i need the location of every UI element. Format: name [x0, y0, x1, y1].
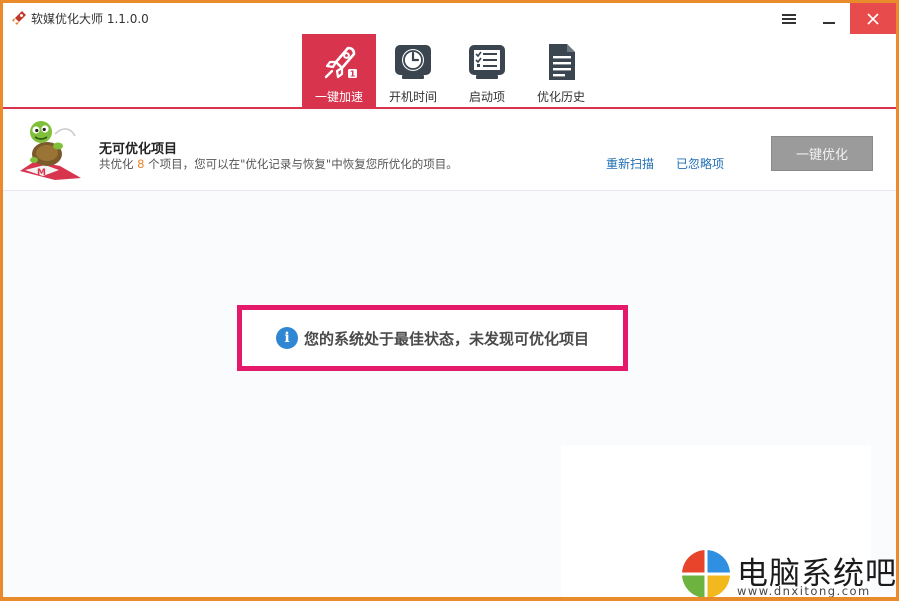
title-bar[interactable]: 软媒优化大师 1.1.0.0 — [3, 3, 896, 34]
svg-text:M: M — [37, 168, 46, 178]
main-toolbar: 1 一键加速 开机时间 启动项 优化历史 — [3, 34, 896, 109]
status-panel: M 无可优化项目 共优化 8 个项目，您可以在"优化记录与恢复"中恢复您所优化的… — [3, 111, 896, 191]
tab-label: 启动项 — [468, 90, 505, 104]
tab-label: 一键加速 — [314, 90, 363, 104]
one-click-optimize-button[interactable]: 一键优化 — [771, 136, 873, 171]
tab-one-click-speedup[interactable]: 1 一键加速 — [302, 34, 376, 107]
tab-startup-items[interactable]: 启动项 — [450, 34, 524, 107]
tab-badge: 1 — [350, 70, 356, 79]
turtle-rocket-mascot-icon: M — [20, 121, 81, 180]
close-button[interactable] — [850, 3, 896, 34]
windows-logo-icon — [682, 550, 730, 597]
info-icon: i — [275, 327, 298, 349]
highlight-message-box: i 您的系统处于最佳状态，未发现可优化项目 — [237, 305, 628, 371]
status-description: 共优化 8 个项目，您可以在"优化记录与恢复"中恢复您所优化的项目。 — [99, 157, 458, 171]
tab-label: 优化历史 — [536, 90, 585, 104]
rocket-logo-icon — [12, 11, 26, 25]
watermark-url: www.dnxitong.com — [737, 584, 871, 597]
rescan-link[interactable]: 重新扫描 — [606, 155, 654, 172]
status-message: i 您的系统处于最佳状态，未发现可优化项目 — [275, 327, 589, 349]
tab-label: 开机时间 — [388, 90, 437, 104]
close-icon — [867, 12, 879, 25]
app-window: 软媒优化大师 1.1.0.0 1 一键加速 开机时间 启动项 优化历史 M 无可… — [3, 3, 896, 597]
hamburger-icon — [782, 13, 796, 24]
window-title: 软媒优化大师 1.1.0.0 — [31, 12, 149, 26]
tab-optimize-history[interactable]: 优化历史 — [524, 34, 598, 107]
status-title: 无可优化项目 — [99, 142, 178, 157]
minimize-button[interactable] — [809, 3, 849, 34]
clock-icon — [395, 45, 431, 79]
checklist-icon — [469, 45, 505, 79]
rocket-icon: 1 — [324, 46, 357, 79]
document-icon — [549, 44, 575, 80]
minimize-icon — [823, 21, 835, 24]
menu-button[interactable] — [769, 3, 809, 34]
message-text: 您的系统处于最佳状态，未发现可优化项目 — [303, 329, 589, 348]
tab-boot-time[interactable]: 开机时间 — [376, 34, 450, 107]
site-watermark: 电脑系统吧 www.dnxitong.com — [561, 445, 896, 597]
ignored-items-link[interactable]: 已忽略项 — [676, 155, 724, 172]
